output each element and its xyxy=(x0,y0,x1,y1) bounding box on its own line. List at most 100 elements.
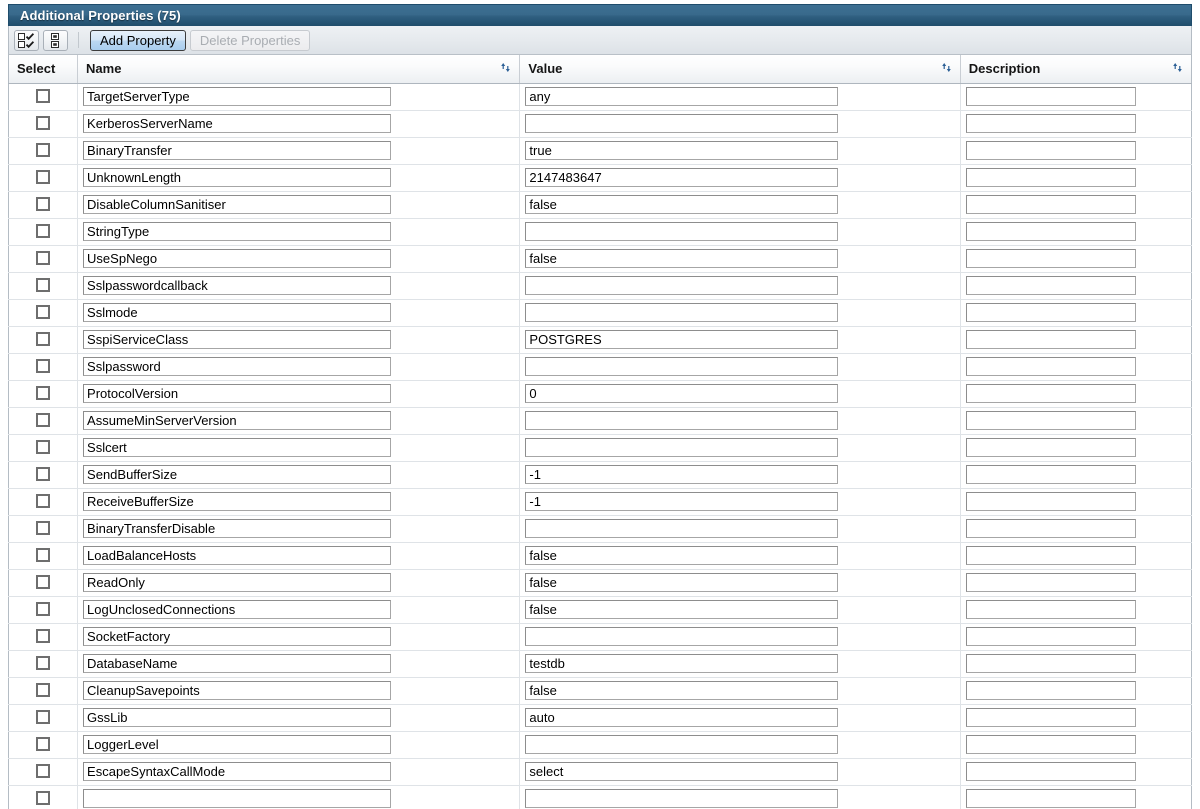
row-select-checkbox[interactable] xyxy=(36,332,51,347)
property-value-input[interactable]: any xyxy=(525,87,839,106)
column-header-name[interactable]: Name xyxy=(77,55,521,84)
property-name-input[interactable]: StringType xyxy=(83,222,392,241)
row-select-checkbox[interactable] xyxy=(36,602,51,617)
property-name-input[interactable]: LoggerLevel xyxy=(83,735,392,754)
property-name-input[interactable]: SspiServiceClass xyxy=(83,330,392,349)
select-all-button[interactable] xyxy=(14,29,39,51)
property-description-input[interactable] xyxy=(965,735,1136,754)
sort-arrows-icon[interactable] xyxy=(1172,61,1183,76)
row-select-checkbox[interactable] xyxy=(36,278,51,293)
row-select-checkbox[interactable] xyxy=(36,251,51,266)
property-description-input[interactable] xyxy=(965,438,1136,457)
column-header-value[interactable]: Value xyxy=(519,55,961,84)
property-name-input[interactable]: KerberosServerName xyxy=(83,114,392,133)
property-value-input[interactable] xyxy=(525,789,839,808)
row-select-checkbox[interactable] xyxy=(36,197,51,212)
sort-arrows-icon[interactable] xyxy=(500,61,511,76)
row-select-checkbox[interactable] xyxy=(36,386,51,401)
property-name-input[interactable]: ProtocolVersion xyxy=(83,384,392,403)
property-name-input[interactable]: UseSpNego xyxy=(83,249,392,268)
property-value-input[interactable]: -1 xyxy=(525,465,839,484)
property-description-input[interactable] xyxy=(965,330,1136,349)
property-value-input[interactable] xyxy=(525,222,839,241)
property-description-input[interactable] xyxy=(965,681,1136,700)
row-select-checkbox[interactable] xyxy=(36,494,51,509)
property-value-input[interactable]: false xyxy=(525,546,839,565)
property-description-input[interactable] xyxy=(965,789,1136,808)
property-name-input[interactable]: Sslpasswordcallback xyxy=(83,276,392,295)
property-name-input[interactable] xyxy=(83,789,392,808)
property-name-input[interactable]: AssumeMinServerVersion xyxy=(83,411,392,430)
property-description-input[interactable] xyxy=(965,708,1136,727)
property-value-input[interactable]: POSTGRES xyxy=(525,330,839,349)
row-select-checkbox[interactable] xyxy=(36,683,51,698)
property-value-input[interactable]: 0 xyxy=(525,384,839,403)
property-value-input[interactable] xyxy=(525,438,839,457)
property-description-input[interactable] xyxy=(965,654,1136,673)
row-select-checkbox[interactable] xyxy=(36,710,51,725)
row-select-checkbox[interactable] xyxy=(36,413,51,428)
property-value-input[interactable]: auto xyxy=(525,708,839,727)
property-name-input[interactable]: BinaryTransfer xyxy=(83,141,392,160)
property-value-input[interactable] xyxy=(525,114,839,133)
delete-properties-button[interactable]: Delete Properties xyxy=(189,29,311,51)
property-value-input[interactable]: false xyxy=(525,195,839,214)
property-name-input[interactable]: Sslcert xyxy=(83,438,392,457)
property-description-input[interactable] xyxy=(965,492,1136,511)
property-value-input[interactable]: select xyxy=(525,762,839,781)
property-description-input[interactable] xyxy=(965,411,1136,430)
property-description-input[interactable] xyxy=(965,222,1136,241)
property-description-input[interactable] xyxy=(965,357,1136,376)
property-value-input[interactable] xyxy=(525,519,839,538)
property-value-input[interactable]: testdb xyxy=(525,654,839,673)
property-name-input[interactable]: SendBufferSize xyxy=(83,465,392,484)
row-select-checkbox[interactable] xyxy=(36,143,51,158)
property-value-input[interactable] xyxy=(525,357,839,376)
property-name-input[interactable]: CleanupSavepoints xyxy=(83,681,392,700)
row-select-checkbox[interactable] xyxy=(36,467,51,482)
property-description-input[interactable] xyxy=(965,168,1136,187)
row-select-checkbox[interactable] xyxy=(36,224,51,239)
property-name-input[interactable]: Sslpassword xyxy=(83,357,392,376)
add-property-button[interactable]: Add Property xyxy=(90,29,186,51)
property-description-input[interactable] xyxy=(965,573,1136,592)
property-value-input[interactable]: -1 xyxy=(525,492,839,511)
property-name-input[interactable]: Sslmode xyxy=(83,303,392,322)
property-name-input[interactable]: ReceiveBufferSize xyxy=(83,492,392,511)
property-description-input[interactable] xyxy=(965,762,1136,781)
row-select-checkbox[interactable] xyxy=(36,737,51,752)
property-description-input[interactable] xyxy=(965,276,1136,295)
property-name-input[interactable]: UnknownLength xyxy=(83,168,392,187)
sort-arrows-icon[interactable] xyxy=(941,61,952,76)
property-name-input[interactable]: SocketFactory xyxy=(83,627,392,646)
property-description-input[interactable] xyxy=(965,249,1136,268)
property-description-input[interactable] xyxy=(965,519,1136,538)
property-description-input[interactable] xyxy=(965,114,1136,133)
property-value-input[interactable] xyxy=(525,303,839,322)
property-value-input[interactable]: false xyxy=(525,681,839,700)
row-select-checkbox[interactable] xyxy=(36,764,51,779)
property-name-input[interactable]: DisableColumnSanitiser xyxy=(83,195,392,214)
property-description-input[interactable] xyxy=(965,195,1136,214)
column-header-select[interactable]: Select xyxy=(8,55,79,84)
property-description-input[interactable] xyxy=(965,627,1136,646)
row-select-checkbox[interactable] xyxy=(36,521,51,536)
property-value-input[interactable]: false xyxy=(525,573,839,592)
property-name-input[interactable]: DatabaseName xyxy=(83,654,392,673)
property-value-input[interactable]: false xyxy=(525,600,839,619)
property-description-input[interactable] xyxy=(965,600,1136,619)
row-select-checkbox[interactable] xyxy=(36,170,51,185)
row-select-checkbox[interactable] xyxy=(36,548,51,563)
row-select-checkbox[interactable] xyxy=(36,359,51,374)
property-description-input[interactable] xyxy=(965,303,1136,322)
property-name-input[interactable]: LogUnclosedConnections xyxy=(83,600,392,619)
row-select-checkbox[interactable] xyxy=(36,305,51,320)
property-value-input[interactable]: 2147483647 xyxy=(525,168,839,187)
property-name-input[interactable]: TargetServerType xyxy=(83,87,392,106)
property-name-input[interactable]: BinaryTransferDisable xyxy=(83,519,392,538)
row-select-checkbox[interactable] xyxy=(36,629,51,644)
property-name-input[interactable]: EscapeSyntaxCallMode xyxy=(83,762,392,781)
row-select-checkbox[interactable] xyxy=(36,89,51,104)
property-value-input[interactable] xyxy=(525,411,839,430)
row-select-checkbox[interactable] xyxy=(36,116,51,131)
